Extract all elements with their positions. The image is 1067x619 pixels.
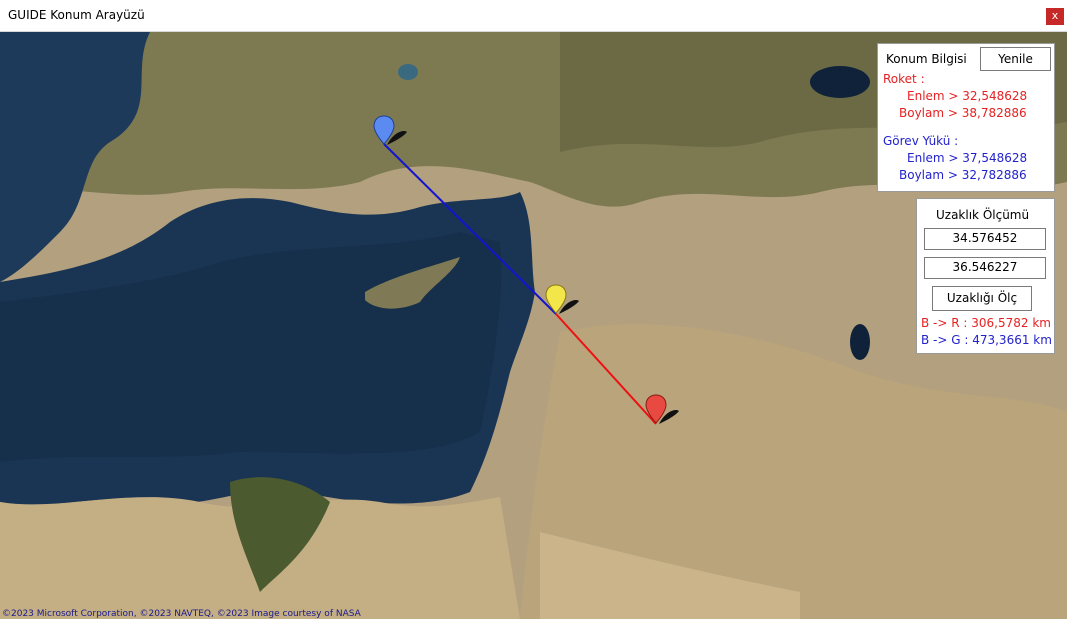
yellow-marker-icon[interactable] [545,284,585,320]
close-button[interactable]: x [1046,8,1064,25]
yenile-button[interactable]: Yenile [980,47,1051,71]
konum-bilgisi-panel: Konum Bilgisi Yenile Roket : Enlem > 32,… [877,43,1055,192]
coordinate-field-1[interactable]: 34.576452 [924,228,1046,250]
window-titlebar: GUIDE Konum Arayüzü x [0,0,1067,32]
result-b-g: B -> G : 473,3661 km [921,333,1052,347]
konum-header: Konum Bilgisi [886,52,967,66]
roket-boylam: Boylam > 38,782886 [899,106,1027,120]
gorev-title: Görev Yükü : [883,134,959,148]
red-line [555,313,657,425]
map-credit: ©2023 Microsoft Corporation, ©2023 NAVTE… [2,609,361,619]
uzaklik-olcumu-panel: Uzaklık Ölçümü 34.576452 36.546227 Uzakl… [916,198,1055,354]
red-marker-icon[interactable] [645,394,685,430]
coordinate-field-2[interactable]: 36.546227 [924,257,1046,279]
gorev-enlem: Enlem > 37,548628 [907,151,1028,165]
result-b-r: B -> R : 306,5782 km [921,316,1051,330]
window-title: GUIDE Konum Arayüzü [8,8,145,22]
roket-enlem: Enlem > 32,548628 [907,89,1028,103]
gorev-boylam: Boylam > 32,782886 [899,168,1027,182]
blue-marker-icon[interactable] [373,115,413,151]
uzakligi-olc-button[interactable]: Uzaklığı Ölç [932,286,1032,311]
uzaklik-header: Uzaklık Ölçümü [936,208,1030,222]
roket-title: Roket : [883,72,925,86]
blue-line [383,143,557,315]
